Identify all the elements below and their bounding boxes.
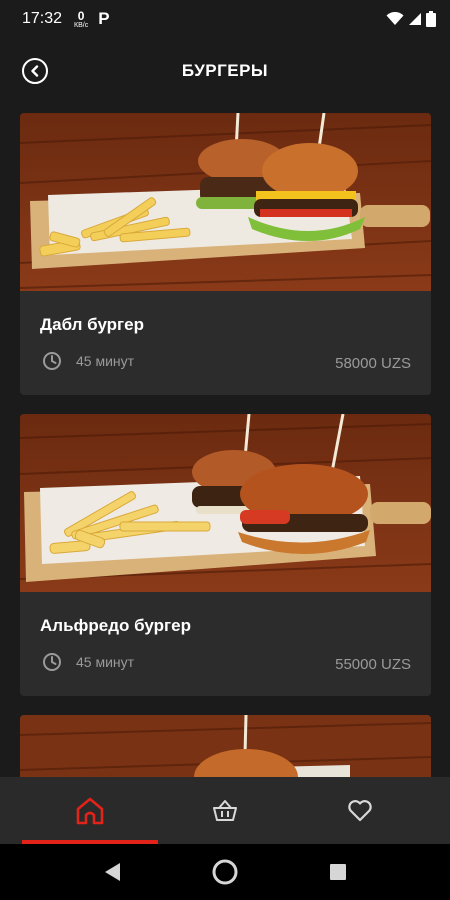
- home-icon: [76, 797, 104, 824]
- bottom-navigation: [0, 777, 450, 844]
- circle-home-icon: [212, 859, 238, 885]
- product-image: [20, 113, 431, 291]
- product-name: Дабл бургер: [40, 315, 144, 334]
- clock-icon: [43, 352, 61, 370]
- product-info: Альфредо бургер 45 минут 55000 UZS: [20, 592, 431, 696]
- chevron-left-icon: [31, 65, 39, 77]
- signal-icon: [409, 13, 421, 25]
- system-home-button[interactable]: [195, 844, 255, 900]
- system-navigation-bar: [0, 844, 450, 900]
- product-price: 58000 UZS: [335, 355, 411, 372]
- cook-time-label: 45 минут: [76, 353, 135, 369]
- product-card[interactable]: Альфредо бургер 45 минут 55000 UZS: [20, 414, 431, 696]
- triangle-back-icon: [105, 863, 120, 881]
- parking-app-icon: P: [98, 9, 110, 28]
- cook-time-label: 45 минут: [76, 654, 135, 670]
- status-bar: 17:32 0 КВ/с P: [0, 0, 450, 38]
- square-recents-icon: [330, 864, 346, 880]
- product-card[interactable]: Дабл бургер 45 минут 58000 UZS: [20, 113, 431, 395]
- app-header: БУРГЕРЫ: [0, 38, 450, 104]
- data-speed-indicator: 0 КВ/с: [74, 10, 88, 29]
- cook-time: 45 минут: [42, 652, 134, 672]
- status-system-icons: [386, 11, 436, 27]
- status-notification-icons: 0 КВ/с P: [74, 9, 110, 29]
- basket-icon: [213, 799, 237, 821]
- nav-favorites[interactable]: [285, 777, 435, 844]
- product-price: 55000 UZS: [335, 656, 411, 673]
- status-time: 17:32: [22, 10, 63, 27]
- product-image: [20, 715, 431, 777]
- system-recents-button[interactable]: [308, 844, 368, 900]
- data-speed-unit: КВ/с: [74, 21, 89, 29]
- product-card[interactable]: [20, 715, 431, 777]
- data-speed-value: 0: [77, 8, 85, 23]
- cook-time: 45 минут: [42, 351, 134, 371]
- clock-icon: [43, 653, 61, 671]
- wifi-icon: [386, 12, 404, 25]
- nav-basket[interactable]: [150, 777, 300, 844]
- heart-icon: [348, 799, 372, 821]
- product-name: Альфредо бургер: [40, 616, 191, 635]
- battery-icon: [426, 11, 436, 27]
- system-back-button[interactable]: [82, 844, 142, 900]
- nav-home[interactable]: [15, 777, 165, 844]
- product-list[interactable]: Дабл бургер 45 минут 58000 UZS Альфредо …: [0, 104, 450, 777]
- page-title: БУРГЕРЫ: [181, 61, 269, 80]
- product-image: [20, 414, 431, 592]
- back-button[interactable]: [22, 58, 48, 84]
- product-info: Дабл бургер 45 минут 58000 UZS: [20, 291, 431, 395]
